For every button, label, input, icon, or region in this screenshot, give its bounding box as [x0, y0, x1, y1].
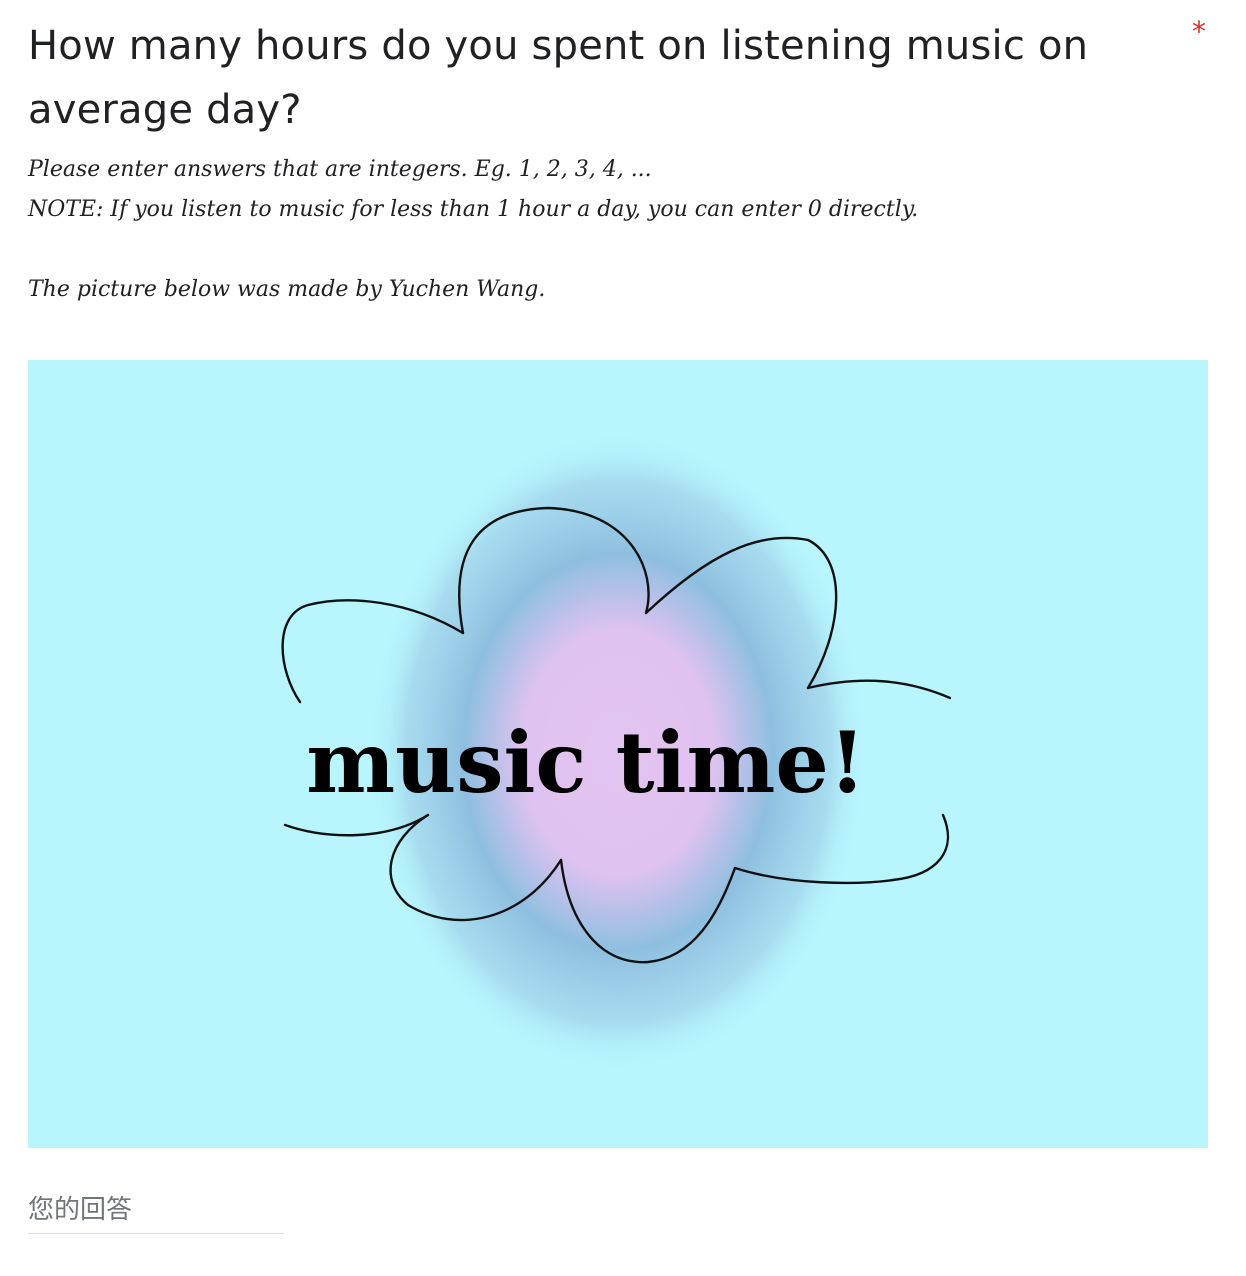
- description-line: [28, 230, 1208, 270]
- question-block: How many hours do you spent on listening…: [28, 14, 1178, 142]
- picture-text: music time!: [306, 713, 865, 812]
- question-image: music time!: [28, 360, 1208, 1148]
- music-time-illustration: music time!: [281, 432, 952, 1072]
- description-line: NOTE: If you listen to music for less th…: [28, 197, 919, 222]
- description-line: The picture below was made by Yuchen Wan…: [28, 277, 546, 302]
- required-asterisk: *: [1192, 15, 1206, 48]
- question-title: How many hours do you spent on listening…: [28, 23, 1089, 133]
- question-description: Please enter answers that are integers. …: [28, 150, 1208, 310]
- answer-input[interactable]: [28, 1186, 284, 1234]
- description-line: Please enter answers that are integers. …: [28, 157, 652, 182]
